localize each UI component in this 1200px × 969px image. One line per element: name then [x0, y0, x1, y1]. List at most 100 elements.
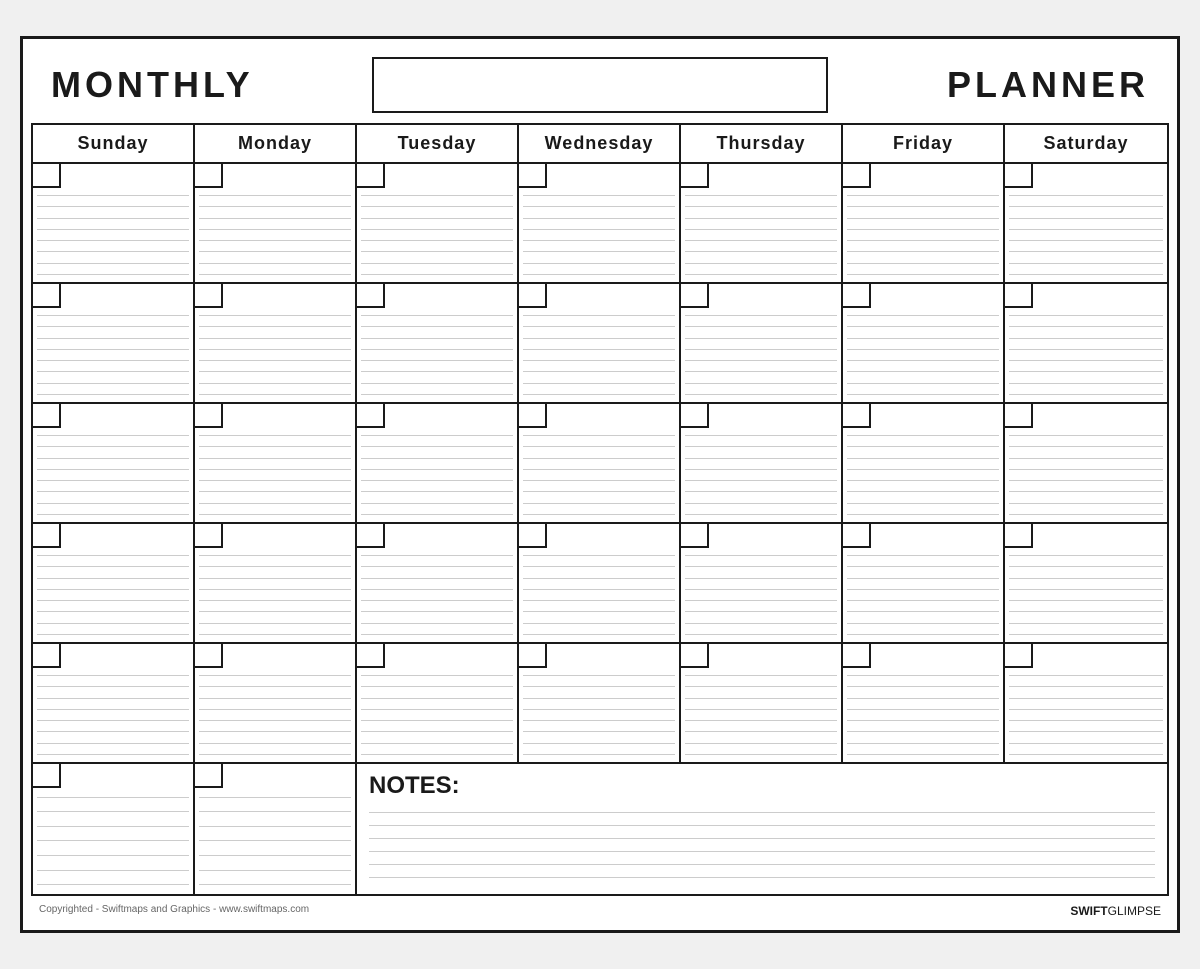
cell-r3-thu[interactable]	[681, 404, 843, 522]
calendar-row-1	[33, 164, 1167, 284]
calendar-row-4	[33, 524, 1167, 644]
planner-container: MONTHLY PLANNER Sunday Monday Tuesday We…	[20, 36, 1180, 933]
day-number-tab	[1005, 284, 1033, 308]
cell-r2-wed[interactable]	[519, 284, 681, 402]
cell-r5-fri[interactable]	[843, 644, 1005, 762]
cell-r1-sun[interactable]	[33, 164, 195, 282]
cell-r4-mon[interactable]	[195, 524, 357, 642]
cell-lines	[1005, 428, 1167, 522]
cell-r5-tue[interactable]	[357, 644, 519, 762]
cell-r1-tue[interactable]	[357, 164, 519, 282]
calendar-row-5	[33, 644, 1167, 764]
cell-lines	[681, 188, 841, 282]
cell-r6-mon[interactable]	[195, 764, 357, 894]
cell-lines	[195, 788, 355, 894]
day-number-tab	[1005, 644, 1033, 668]
copyright-text: Copyrighted - Swiftmaps and Graphics - w…	[39, 904, 309, 918]
cell-r4-thu[interactable]	[681, 524, 843, 642]
cell-lines	[1005, 308, 1167, 402]
cell-r2-sat[interactable]	[1005, 284, 1167, 402]
cell-r2-mon[interactable]	[195, 284, 357, 402]
cell-lines	[195, 188, 355, 282]
notes-lines	[369, 806, 1155, 884]
cell-lines	[1005, 548, 1167, 642]
day-number-tab	[195, 404, 223, 428]
cell-lines	[33, 788, 193, 894]
day-number-tab	[681, 524, 709, 548]
day-number-tab	[33, 644, 61, 668]
cell-r1-fri[interactable]	[843, 164, 1005, 282]
cell-lines	[681, 668, 841, 762]
cell-r3-mon[interactable]	[195, 404, 357, 522]
cell-lines	[33, 548, 193, 642]
cell-lines	[843, 188, 1003, 282]
cell-r1-mon[interactable]	[195, 164, 357, 282]
day-number-tab	[843, 164, 871, 188]
day-headers-row: Sunday Monday Tuesday Wednesday Thursday…	[33, 125, 1167, 164]
cell-r1-sat[interactable]	[1005, 164, 1167, 282]
notes-label: NOTES:	[369, 772, 1155, 800]
cell-lines	[33, 668, 193, 762]
cell-lines	[519, 668, 679, 762]
cell-lines	[195, 428, 355, 522]
header-wednesday: Wednesday	[519, 125, 681, 162]
cell-r2-sun[interactable]	[33, 284, 195, 402]
cell-r6-sun[interactable]	[33, 764, 195, 894]
cell-r5-sun[interactable]	[33, 644, 195, 762]
day-number-tab	[843, 284, 871, 308]
cell-lines	[519, 548, 679, 642]
cell-lines	[843, 548, 1003, 642]
day-number-tab	[195, 164, 223, 188]
cell-r2-fri[interactable]	[843, 284, 1005, 402]
day-number-tab	[33, 404, 61, 428]
title-input-box[interactable]	[372, 57, 828, 113]
cell-r5-sat[interactable]	[1005, 644, 1167, 762]
brand-prefix: SWIFT	[1070, 904, 1107, 918]
cell-r3-tue[interactable]	[357, 404, 519, 522]
cell-r5-wed[interactable]	[519, 644, 681, 762]
day-number-tab	[33, 524, 61, 548]
cell-lines	[519, 428, 679, 522]
day-number-tab	[357, 524, 385, 548]
day-number-tab	[519, 524, 547, 548]
cell-r4-tue[interactable]	[357, 524, 519, 642]
header-monday: Monday	[195, 125, 357, 162]
day-number-tab	[1005, 164, 1033, 188]
day-number-tab	[357, 284, 385, 308]
day-number-tab	[357, 164, 385, 188]
day-number-tab	[519, 164, 547, 188]
cell-lines	[357, 428, 517, 522]
cell-lines	[843, 428, 1003, 522]
cell-r2-thu[interactable]	[681, 284, 843, 402]
cell-r1-wed[interactable]	[519, 164, 681, 282]
cell-lines	[843, 668, 1003, 762]
cell-lines	[681, 548, 841, 642]
cell-r2-tue[interactable]	[357, 284, 519, 402]
cell-r4-wed[interactable]	[519, 524, 681, 642]
day-number-tab	[357, 404, 385, 428]
day-number-tab	[843, 524, 871, 548]
footer: Copyrighted - Swiftmaps and Graphics - w…	[31, 900, 1169, 922]
day-number-tab	[519, 404, 547, 428]
cell-r3-sun[interactable]	[33, 404, 195, 522]
header-sunday: Sunday	[33, 125, 195, 162]
cell-r3-sat[interactable]	[1005, 404, 1167, 522]
day-number-tab	[681, 284, 709, 308]
header-tuesday: Tuesday	[357, 125, 519, 162]
cell-r5-thu[interactable]	[681, 644, 843, 762]
cell-r4-fri[interactable]	[843, 524, 1005, 642]
cell-r4-sat[interactable]	[1005, 524, 1167, 642]
cell-r5-mon[interactable]	[195, 644, 357, 762]
day-number-tab	[843, 644, 871, 668]
cell-r3-wed[interactable]	[519, 404, 681, 522]
cell-r3-fri[interactable]	[843, 404, 1005, 522]
brand-text: SWIFTGLIMPSE	[1070, 904, 1161, 918]
cell-r1-thu[interactable]	[681, 164, 843, 282]
monthly-label: MONTHLY	[51, 64, 352, 106]
cell-lines	[519, 308, 679, 402]
calendar-rows: NOTES:	[33, 164, 1167, 894]
notes-section[interactable]: NOTES:	[357, 764, 1167, 894]
cell-r4-sun[interactable]	[33, 524, 195, 642]
day-number-tab	[195, 644, 223, 668]
day-number-tab	[681, 644, 709, 668]
